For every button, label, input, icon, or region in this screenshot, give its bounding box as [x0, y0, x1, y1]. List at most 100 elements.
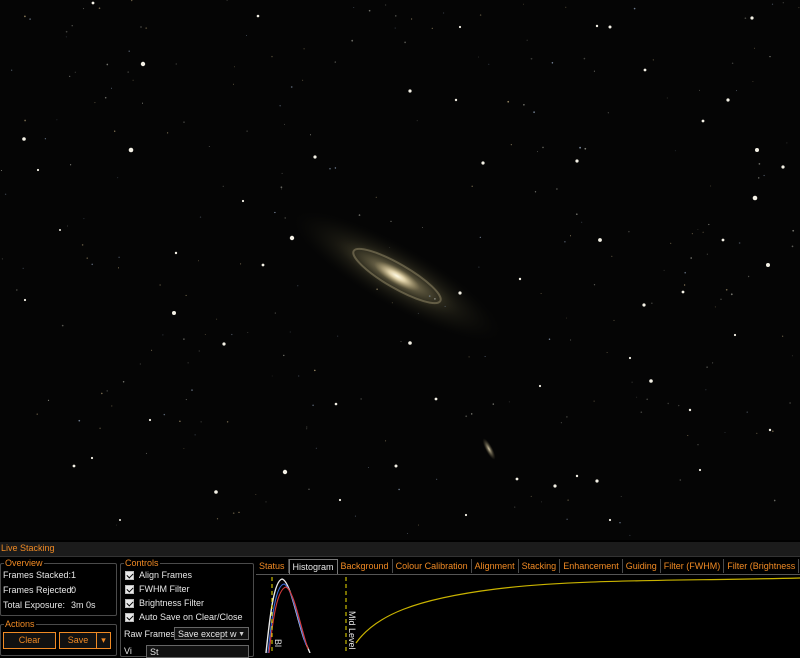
- star: [36, 168, 40, 172]
- faint-star: [111, 405, 113, 407]
- overview-label: Overview: [4, 558, 44, 568]
- faint-star: [478, 266, 480, 268]
- faint-star: [479, 14, 482, 16]
- faint-star: [548, 338, 551, 341]
- total-exposure-value: 3m 0s: [71, 600, 96, 610]
- faint-star: [670, 242, 672, 245]
- faint-star: [194, 434, 196, 436]
- faint-star: [117, 267, 120, 269]
- faint-star: [280, 188, 282, 190]
- faint-star: [117, 177, 119, 179]
- auto-save-checkbox[interactable]: Auto Save on Clear/Close: [125, 612, 243, 623]
- tab-filter-brightness[interactable]: Filter (Brightness: [724, 559, 800, 573]
- faint-star: [752, 80, 754, 83]
- faint-star: [583, 57, 586, 60]
- faint-star: [699, 89, 700, 91]
- star: [766, 263, 770, 267]
- tab-colour-calibration[interactable]: Colour Calibration: [393, 559, 472, 573]
- star: [608, 518, 612, 522]
- faint-star: [24, 119, 26, 122]
- tab-alignment[interactable]: Alignment: [472, 559, 519, 573]
- faint-star: [271, 55, 273, 58]
- faint-star: [613, 319, 615, 321]
- tab-filter-fwhm[interactable]: Filter (FWHM): [661, 559, 725, 573]
- faint-star: [738, 242, 741, 244]
- save-dropdown-button[interactable]: ▾: [96, 632, 111, 649]
- faint-star: [488, 63, 490, 65]
- faint-star: [354, 515, 356, 517]
- star: [394, 464, 398, 468]
- faint-star: [216, 518, 219, 520]
- faint-star: [746, 411, 748, 413]
- tab-status[interactable]: Status: [256, 559, 289, 573]
- raw-frames-label: Raw Frames: [124, 629, 176, 639]
- faint-star: [407, 533, 408, 534]
- faint-star: [312, 404, 314, 407]
- faint-star: [530, 57, 533, 60]
- tab-guiding[interactable]: Guiding: [623, 559, 661, 573]
- star: [595, 24, 599, 28]
- tab-background[interactable]: Background: [338, 559, 393, 573]
- faint-star: [791, 355, 793, 357]
- faint-star: [198, 350, 200, 352]
- faint-star: [302, 79, 304, 81]
- faint-star: [786, 142, 788, 144]
- stacked-image-view[interactable]: [0, 0, 800, 540]
- faint-star: [246, 130, 248, 132]
- raw-frames-select[interactable]: Save except w ▼: [174, 627, 249, 640]
- histogram-view[interactable]: Bl Mid Level: [256, 574, 800, 654]
- faint-star: [678, 404, 680, 407]
- faint-star: [233, 66, 235, 68]
- star: [408, 341, 412, 345]
- faint-star: [197, 260, 199, 262]
- clear-button[interactable]: Clear: [3, 632, 56, 649]
- star: [628, 356, 632, 360]
- tab-stacking[interactable]: Stacking: [519, 559, 561, 573]
- align-frames-checkbox[interactable]: Align Frames: [125, 570, 192, 581]
- faint-star: [69, 75, 71, 77]
- faint-star: [593, 400, 595, 402]
- faint-star: [187, 362, 189, 364]
- star: [261, 263, 265, 267]
- faint-star: [185, 399, 187, 401]
- faint-star: [104, 96, 107, 99]
- faint-star: [708, 223, 710, 226]
- total-exposure-row: Total Exposure: 3m 0s: [3, 600, 96, 611]
- star: [721, 238, 725, 242]
- faint-star: [792, 229, 795, 232]
- faint-star: [526, 39, 528, 41]
- faint-star: [274, 211, 276, 214]
- star: [750, 16, 754, 20]
- faint-star: [309, 134, 312, 136]
- faint-star: [61, 324, 64, 327]
- fwhm-filter-checkbox[interactable]: FWHM Filter: [125, 584, 190, 595]
- tab-enhancement[interactable]: Enhancement: [560, 559, 623, 573]
- faint-star: [284, 217, 286, 219]
- faint-star: [725, 288, 728, 291]
- star: [22, 137, 26, 141]
- faint-star: [619, 521, 621, 524]
- faint-star: [636, 396, 638, 398]
- faint-star: [283, 354, 285, 357]
- brightness-filter-label: Brightness Filter: [139, 598, 205, 608]
- faint-star: [303, 48, 305, 50]
- faint-star: [132, 79, 134, 81]
- brightness-filter-checkbox[interactable]: Brightness Filter: [125, 598, 204, 609]
- faint-star: [565, 6, 567, 8]
- faint-star: [353, 7, 355, 8]
- faint-star: [308, 488, 310, 490]
- save-button[interactable]: Save: [59, 632, 96, 649]
- star: [752, 195, 758, 201]
- tab-histogram[interactable]: Histogram: [288, 559, 338, 574]
- faint-star: [541, 501, 542, 503]
- faint-star: [289, 331, 291, 333]
- faint-star: [246, 35, 247, 37]
- faint-star: [690, 257, 693, 259]
- faint-star: [542, 146, 544, 149]
- star: [140, 61, 146, 67]
- faint-star: [579, 146, 581, 149]
- faint-star: [71, 25, 73, 27]
- faint-star: [773, 499, 776, 502]
- faint-star: [763, 174, 765, 177]
- faint-star: [465, 415, 468, 418]
